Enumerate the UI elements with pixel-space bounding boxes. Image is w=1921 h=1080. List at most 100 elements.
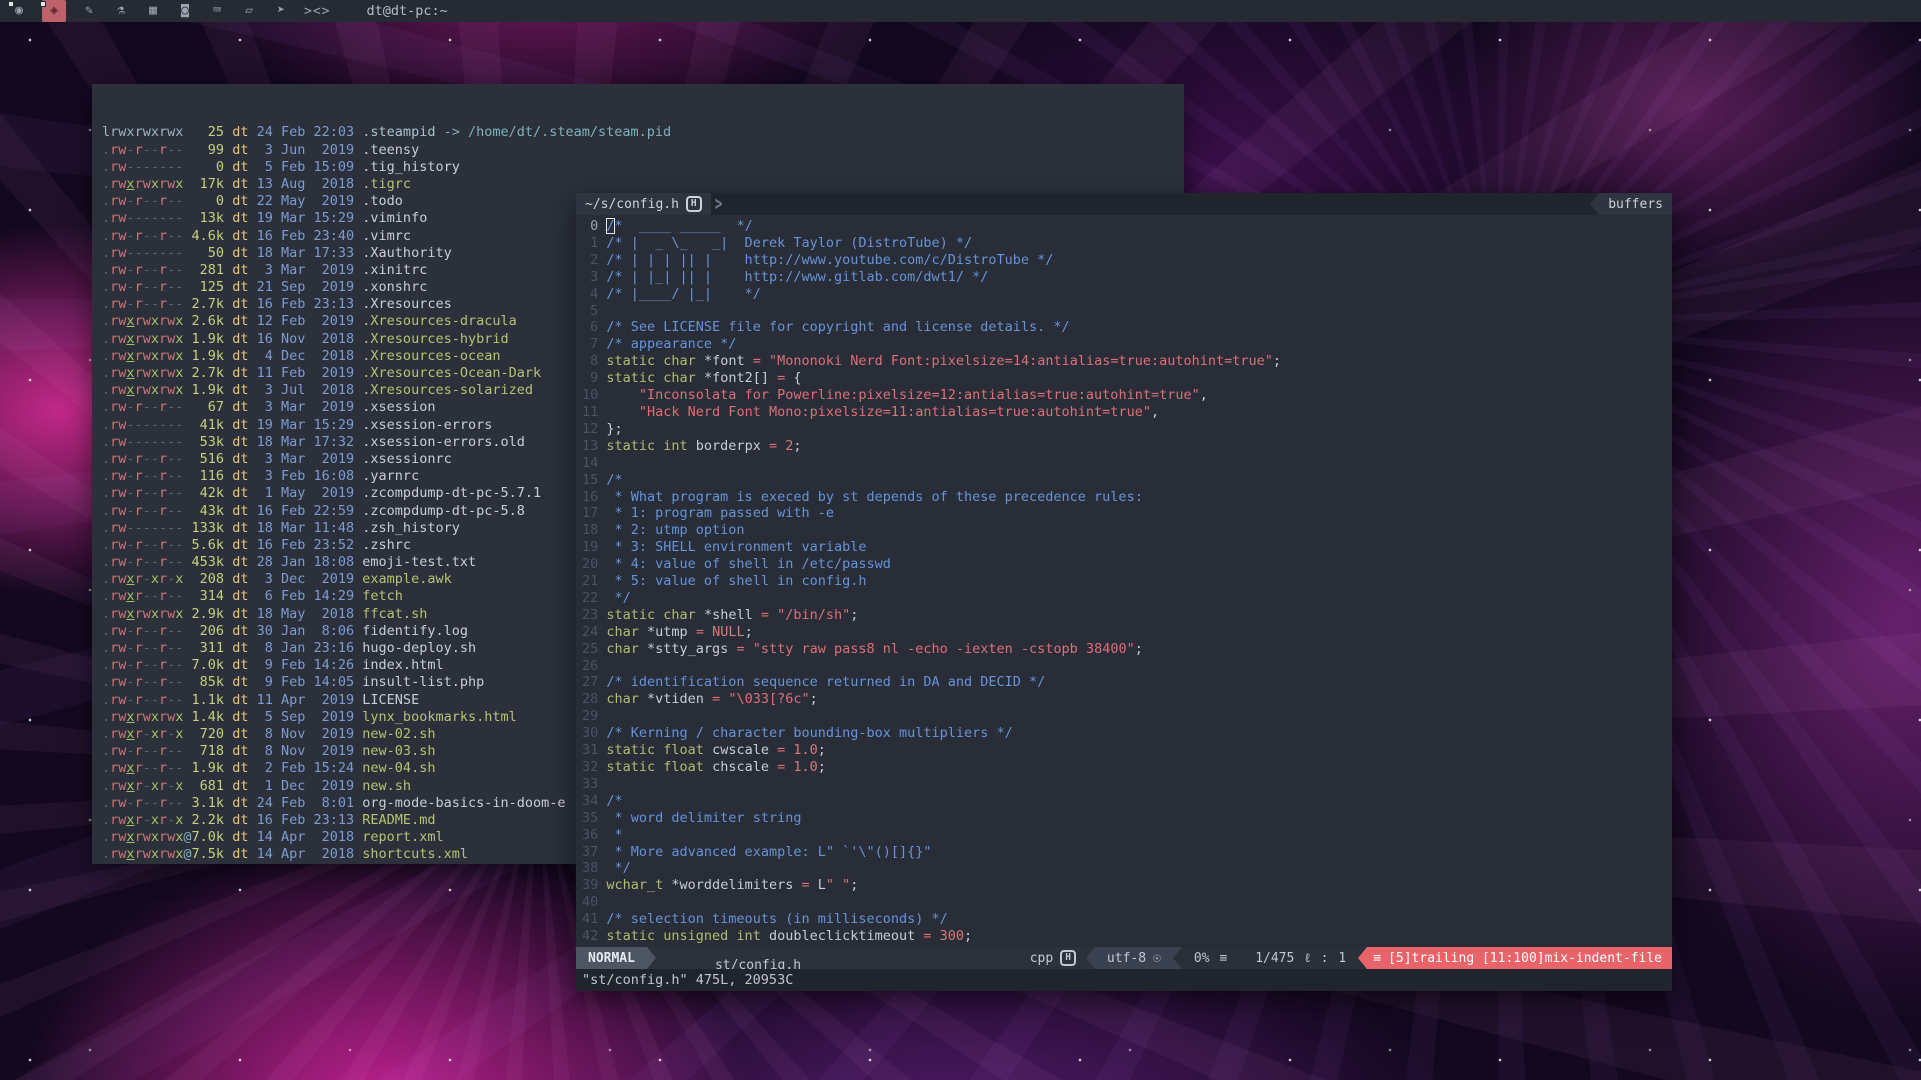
image-viewer-icon[interactable]: ▦ (144, 0, 162, 22)
file-size: 311 (192, 640, 225, 656)
file-permissions: .rw-r--r-- (102, 692, 192, 708)
file-owner: dt (232, 640, 248, 656)
file-size: 42k (192, 485, 225, 501)
file-permissions: .rwxr--r-- (102, 760, 192, 776)
color-picker-icon[interactable]: ✎ (80, 0, 98, 22)
buffers-button[interactable]: buffers (1599, 193, 1672, 215)
active-workspace-icon[interactable]: ◈ (42, 0, 66, 22)
code-line: 2 /* | | | || | http://www.youtube.com/c… (582, 252, 1672, 269)
file-owner: dt (232, 468, 248, 484)
file-date: 16 Feb 22:59 (257, 503, 355, 519)
file-size: 2.7k (192, 296, 225, 312)
file-name: .xsession (362, 399, 435, 415)
line-number: 28 (582, 691, 606, 707)
file-size: 5.6k (192, 537, 225, 553)
file-owner: dt (232, 588, 248, 604)
line-number: 22 (582, 590, 606, 606)
video-camera-icon[interactable]: ◙ (176, 0, 194, 22)
line-number: 8 (582, 353, 606, 369)
code-line: 33 (582, 776, 1672, 793)
file-owner: dt (232, 829, 248, 845)
vim-window[interactable]: ~/s/config.h H > buffers 0 /* ____ _____… (576, 193, 1672, 991)
file-size: 516 (192, 451, 225, 467)
file-owner: dt (232, 434, 248, 450)
line-number: 41 (582, 911, 606, 927)
file-name: shortcuts.xml (362, 846, 468, 862)
file-date: 14 Apr 2018 (257, 829, 355, 845)
file-owner: dt (232, 520, 248, 536)
send-icon[interactable]: ➤ (272, 0, 290, 22)
line-number: 4 (582, 286, 606, 302)
file-size: 17k (192, 176, 225, 192)
file-permissions: .rw-r--r-- (102, 296, 192, 312)
file-date: 1 May 2019 (257, 485, 355, 501)
lines-icon: ≡ (1220, 951, 1228, 966)
file-owner: dt (232, 503, 248, 519)
file-date: 21 Sep 2019 (257, 279, 355, 295)
file-name: example.awk (362, 571, 451, 587)
code-editor-area[interactable]: 0 /* ____ _____ */ 1 /* | _ \_ _| Derek … (576, 215, 1672, 947)
file-date: 5 Sep 2019 (257, 709, 355, 725)
file-size: 125 (192, 279, 225, 295)
flask-icon[interactable]: ⚗ (112, 0, 130, 22)
file-owner: dt (232, 245, 248, 261)
file-date: 3 Mar 2019 (257, 399, 355, 415)
file-owner: dt (232, 124, 248, 140)
code-line: 8 static char *font = "Mononoki Nerd Fon… (582, 353, 1672, 370)
file-date: 3 Mar 2019 (257, 451, 355, 467)
powerline-left-arrow-icon (1173, 947, 1182, 969)
file-name: .xsession-errors.old (362, 434, 525, 450)
file-size: 67 (192, 399, 225, 415)
file-permissions: .rwxrwxrwx@ (102, 846, 192, 862)
file-date: 24 Feb 8:01 (257, 795, 355, 811)
file-owner: dt (232, 399, 248, 415)
fish-shell-indicator: ><> (304, 4, 330, 19)
file-owner: dt (232, 262, 248, 278)
file-date: 16 Feb 23:52 (257, 537, 355, 553)
line-number: 3 (582, 269, 606, 285)
code-line: 30 /* Kerning / character bounding-box m… (582, 725, 1672, 742)
laptop-icon[interactable]: ⌨ (208, 0, 226, 22)
file-permissions: .rw-r--r-- (102, 193, 192, 209)
file-date: 1 Dec 2019 (257, 778, 355, 794)
file-date: 3 Feb 16:08 (257, 468, 355, 484)
file-name: .yarnrc (362, 468, 419, 484)
file-owner: dt (232, 296, 248, 312)
line-number: 42 (582, 928, 606, 944)
tab-config-h[interactable]: ~/s/config.h H (576, 193, 711, 215)
code-line: 12 }; (582, 421, 1672, 438)
file-name: .tig_history (362, 159, 460, 175)
file-owner: dt (232, 743, 248, 759)
powerline-left-arrow-icon (1358, 947, 1367, 969)
file-permissions: .rwxrwxrwx (102, 176, 192, 192)
file-size: 720 (192, 726, 225, 742)
file-owner: dt (232, 674, 248, 690)
code-line: 1 /* | _ \_ _| Derek Taylor (DistroTube)… (582, 235, 1672, 252)
line-number-icon: ℓ (1304, 950, 1310, 966)
file-owner: dt (232, 313, 248, 329)
file-permissions: .rwxr-xr-x (102, 812, 192, 828)
file-owner: dt (232, 726, 248, 742)
code-line: 14 (582, 455, 1672, 472)
line-number: 25 (582, 641, 606, 657)
file-date: 18 Mar 17:32 (257, 434, 355, 450)
line-number: 23 (582, 607, 606, 623)
file-owner: dt (232, 778, 248, 794)
line-number: 21 (582, 573, 606, 589)
file-date: 4 Dec 2018 (257, 348, 355, 364)
line-number: 20 (582, 556, 606, 572)
line-number: 40 (582, 894, 606, 910)
line-number: 38 (582, 860, 606, 876)
file-date: 5 Feb 15:09 (257, 159, 355, 175)
file-name: hugo-deploy.sh (362, 640, 476, 656)
folder-icon[interactable]: ▱ (240, 0, 258, 22)
focused-window-title: dt@dt-pc:~ (366, 3, 447, 19)
line-number: 7 (582, 336, 606, 352)
file-name: .Xresources-ocean (362, 348, 500, 364)
file-size: 453k (192, 554, 225, 570)
file-permissions: .rw------- (102, 245, 192, 261)
web-browser-icon[interactable]: ◉ (10, 0, 28, 22)
line-number: 24 (582, 624, 606, 640)
file-date: 3 Dec 2019 (257, 571, 355, 587)
code-line: 15 /* (582, 472, 1672, 489)
